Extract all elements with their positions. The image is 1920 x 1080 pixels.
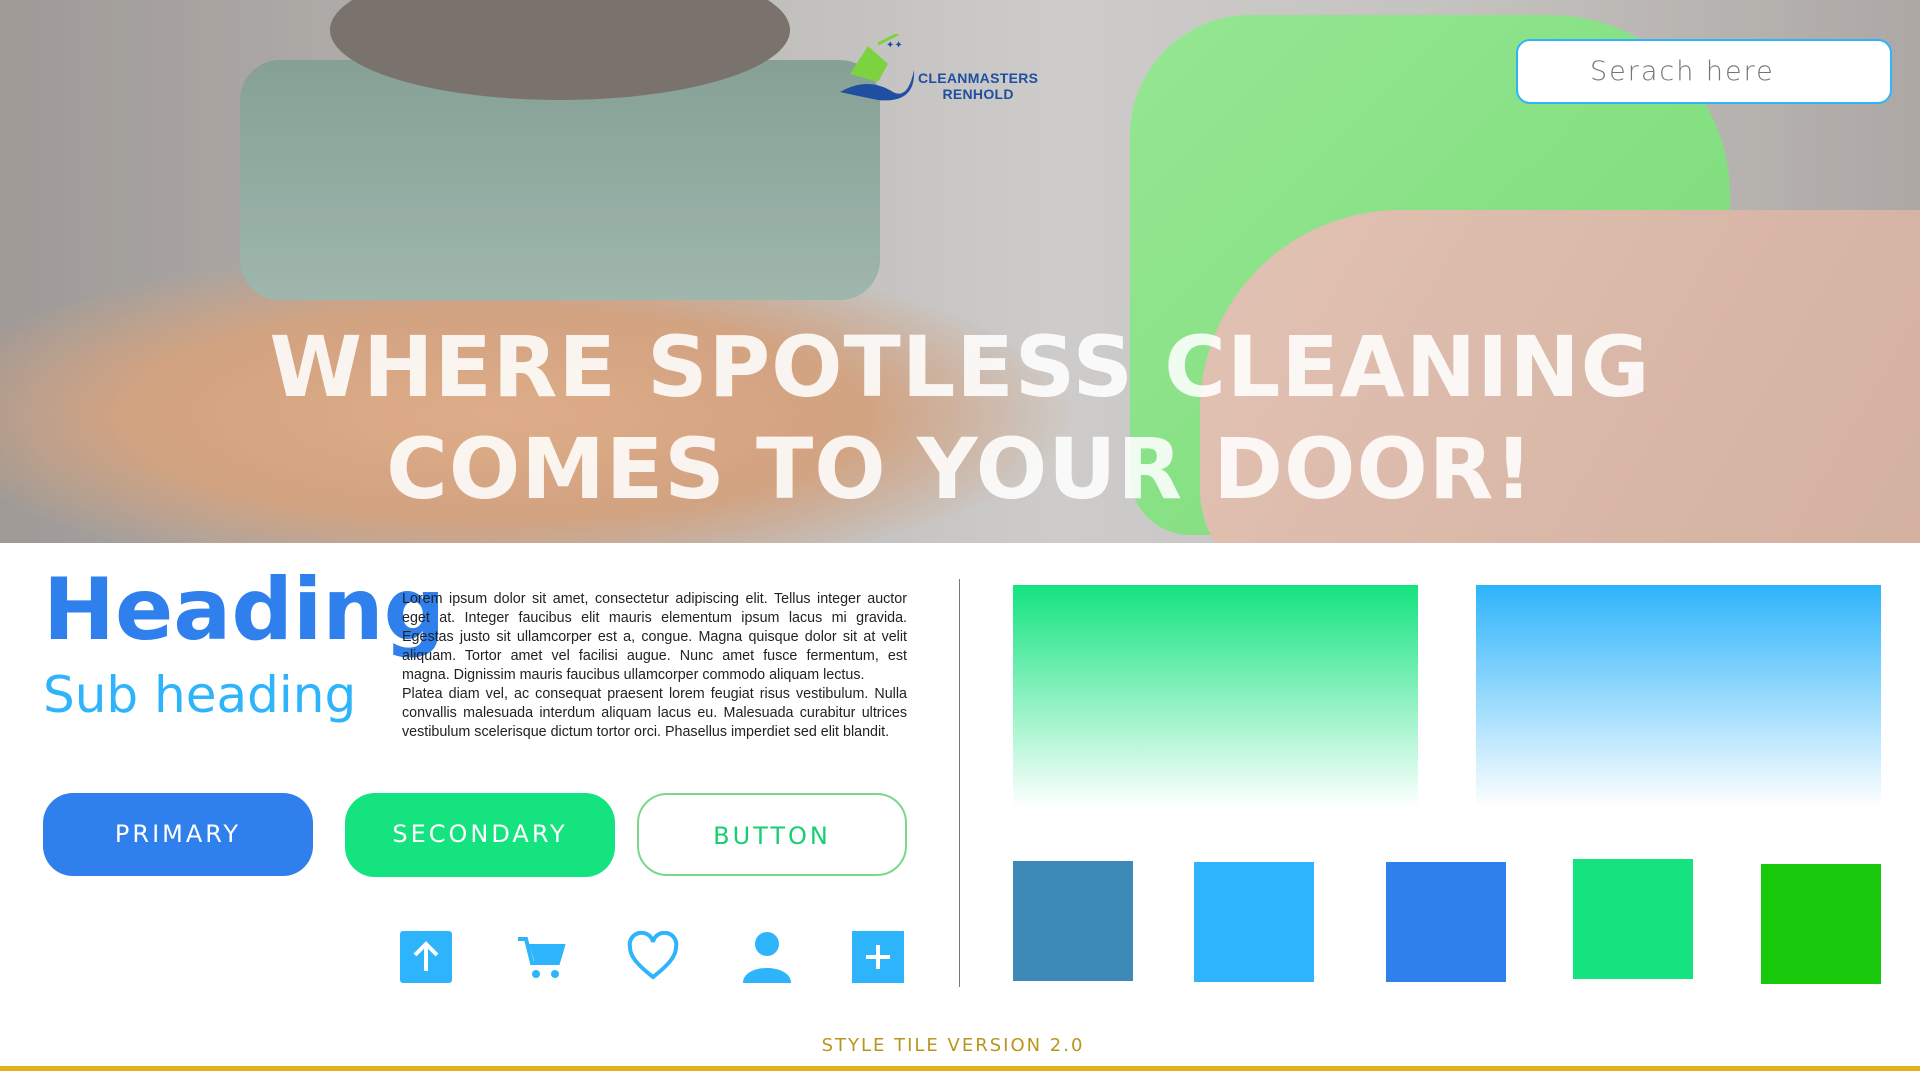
color-swatch-5 <box>1761 864 1881 984</box>
outline-button[interactable]: BUTTON <box>637 793 907 876</box>
heading-sample: Heading <box>43 560 446 660</box>
brand-name-line1: CLEANMASTERS <box>918 70 1039 86</box>
hero-headline-line1: WHERE SPOTLESS CLEANING <box>269 318 1651 416</box>
hero-headline-line2: COMES TO YOUR DOOR! <box>386 420 1534 518</box>
subheading-sample: Sub heading <box>43 666 357 724</box>
brand-name: CLEANMASTERS RENHOLD <box>918 70 1038 102</box>
color-swatch-1 <box>1013 861 1133 981</box>
logo-house-icon: ✦✦ <box>840 32 915 101</box>
style-tile-version: STYLE TILE VERSION 2.0 <box>821 1035 1085 1056</box>
color-swatch-4 <box>1573 859 1693 979</box>
upload-icon[interactable] <box>400 931 452 983</box>
primary-button[interactable]: PRIMARY <box>43 793 313 876</box>
color-swatch-2 <box>1194 862 1314 982</box>
svg-text:✦✦: ✦✦ <box>886 40 903 51</box>
color-swatch-3 <box>1386 862 1506 982</box>
secondary-button[interactable]: SECONDARY <box>345 793 615 877</box>
search-input[interactable] <box>1516 39 1892 104</box>
user-icon[interactable] <box>741 931 793 983</box>
heart-icon[interactable] <box>627 931 679 983</box>
hero-banner: ✦✦ CLEANMASTERS RENHOLD WHERE SPOTLESS C… <box>0 0 1920 543</box>
body-text-sample: Lorem ipsum dolor sit amet, consectetur … <box>402 590 907 742</box>
plus-icon[interactable] <box>852 931 904 983</box>
brand-name-line2: RENHOLD <box>942 86 1014 102</box>
body-paragraph-2: Platea diam vel, ac consequat praesent l… <box>402 686 907 740</box>
green-gradient-swatch <box>1013 585 1418 808</box>
blue-gradient-swatch <box>1476 585 1881 808</box>
brand-logo[interactable]: ✦✦ CLEANMASTERS RENHOLD <box>838 32 1058 106</box>
section-divider <box>959 579 960 987</box>
footer-line <box>0 1066 1920 1071</box>
cart-icon[interactable] <box>516 931 568 983</box>
body-paragraph-1: Lorem ipsum dolor sit amet, consectetur … <box>402 591 907 683</box>
